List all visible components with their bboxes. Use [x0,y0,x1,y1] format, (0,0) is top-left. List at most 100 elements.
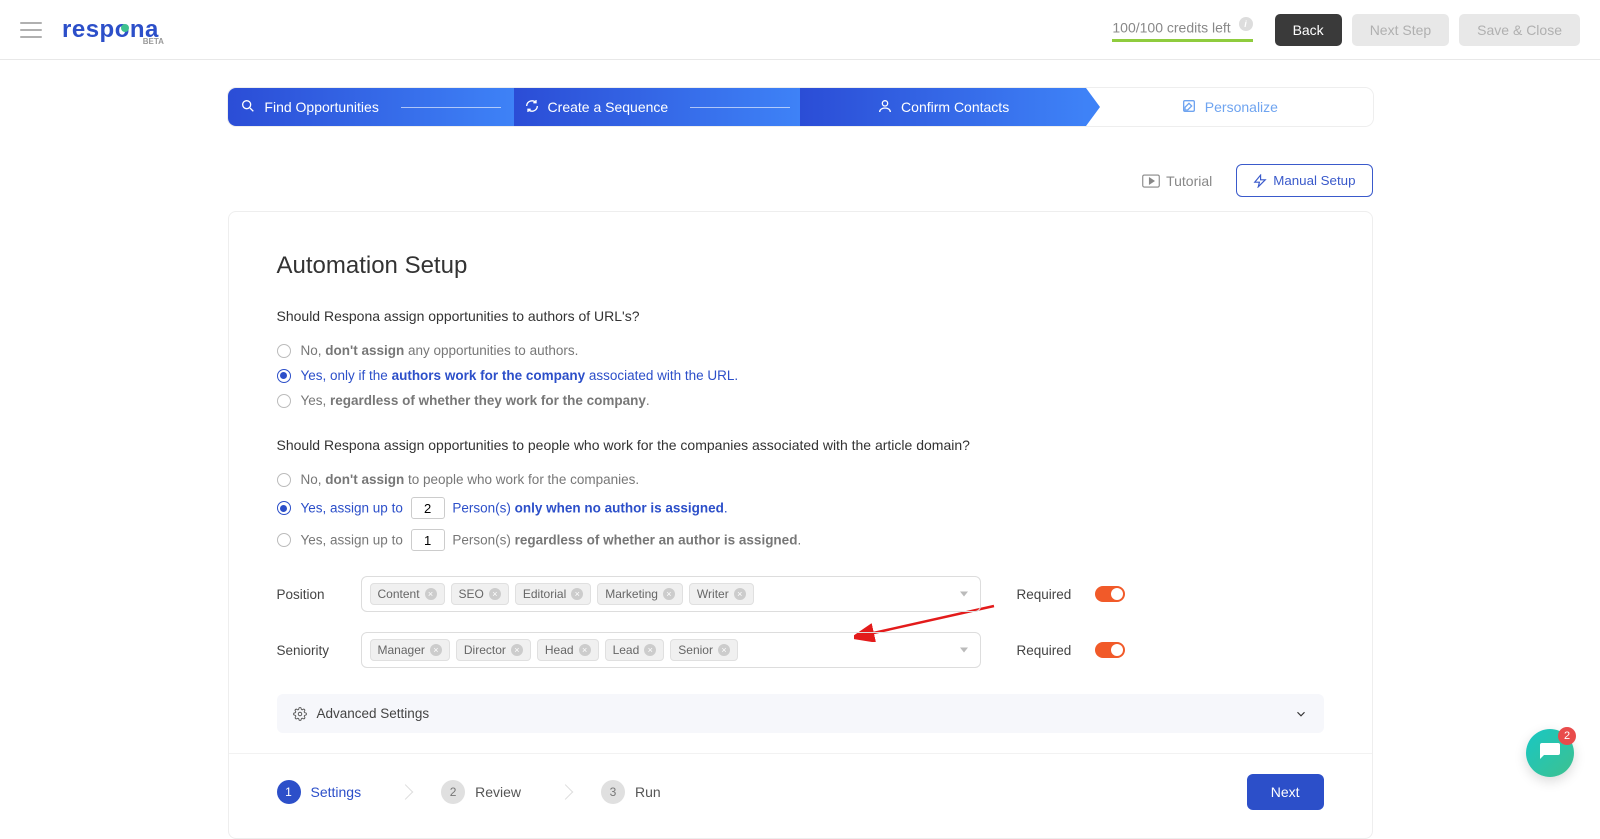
advanced-settings-label: Advanced Settings [317,706,430,721]
q1-option-3[interactable]: Yes, regardless of whether they work for… [277,388,1324,413]
position-field-row: Position Content× SEO× Editorial× Marketing… [277,576,1324,612]
tag-remove-icon[interactable]: × [734,588,746,600]
tag[interactable]: Editorial× [515,583,591,605]
save-close-button[interactable]: Save & Close [1459,14,1580,46]
persons-input[interactable] [411,529,445,551]
gear-icon [293,707,307,721]
user-icon [877,98,893,117]
credits-text: 100/100 credits left [1112,19,1230,35]
q2-option-2[interactable]: Yes, assign up to Person(s) only when no… [277,492,1324,524]
wizard-step-label: Run [635,784,661,800]
next-step-button[interactable]: Next Step [1352,14,1449,46]
back-button[interactable]: Back [1275,14,1342,46]
progress-step-personalize[interactable]: Personalize [1086,88,1372,126]
seniority-tag-input[interactable]: Manager× Director× Head× Lead×Senior× [361,632,981,668]
automation-setup-card: Automation Setup Should Respona assign o… [228,211,1373,839]
q1-option-1[interactable]: No, don't assign any opportunities to au… [277,338,1324,363]
advanced-settings-toggle[interactable]: Advanced Settings [277,694,1324,733]
search-icon [240,98,256,117]
tag[interactable]: Manager× [370,639,450,661]
manual-setup-label: Manual Setup [1273,173,1355,188]
cycle-icon [524,98,540,117]
option-text: Yes, regardless of whether they work for… [301,393,650,408]
logo[interactable]: respona BETA [62,16,159,44]
question-1: Should Respona assign opportunities to a… [277,308,1324,324]
credits-indicator[interactable]: 100/100 credits left i [1112,17,1252,43]
next-button[interactable]: Next [1247,774,1324,810]
play-icon [1142,174,1160,188]
q1-option-2[interactable]: Yes, only if the authors work for the co… [277,363,1324,388]
option-text: Yes, assign up to Person(s) regardless o… [301,529,802,551]
tag[interactable]: Marketing× [597,583,683,605]
question-2: Should Respona assign opportunities to p… [277,437,1324,453]
radio-icon[interactable] [277,473,291,487]
q2-option-3[interactable]: Yes, assign up to Person(s) regardless o… [277,524,1324,556]
progress-step-label: Create a Sequence [548,99,669,115]
chat-widget[interactable]: 2 [1526,729,1574,777]
required-label: Required [1017,587,1072,602]
radio-icon[interactable] [277,369,291,383]
progress-step-label: Find Opportunities [264,99,378,115]
radio-icon[interactable] [277,394,291,408]
page-title: Automation Setup [277,252,1324,280]
chat-badge: 2 [1558,727,1576,745]
tag[interactable]: Lead× [605,639,665,661]
tag-remove-icon[interactable]: × [644,644,656,656]
required-label: Required [1017,643,1072,658]
tag[interactable]: Senior× [670,639,738,661]
wizard-step-settings[interactable]: 1 Settings [277,780,442,804]
q2-option-1[interactable]: No, don't assign to people who work for … [277,467,1324,492]
tag-remove-icon[interactable]: × [663,588,675,600]
tag[interactable]: Writer× [689,583,754,605]
tag-remove-icon[interactable]: × [571,588,583,600]
option-text: Yes, only if the authors work for the co… [301,368,739,383]
tag[interactable]: Director× [456,639,531,661]
progress-step-find[interactable]: Find Opportunities [228,88,514,126]
radio-icon[interactable] [277,501,291,515]
seniority-label: Seniority [277,643,337,658]
tag[interactable]: Head× [537,639,599,661]
wizard-step-number: 2 [441,780,465,804]
tutorial-label: Tutorial [1166,173,1212,189]
progress-step-confirm[interactable]: Confirm Contacts [800,88,1086,126]
seniority-required-toggle[interactable] [1095,642,1125,658]
manual-setup-button[interactable]: Manual Setup [1236,164,1372,197]
progress-step-sequence[interactable]: Create a Sequence [514,88,800,126]
tag[interactable]: SEO× [451,583,509,605]
seniority-field-row: Seniority Manager× Director× Head× Lead×Sen… [277,632,1324,668]
persons-input[interactable] [411,497,445,519]
progress-bar: Find Opportunities Create a Sequence Con… [228,88,1373,126]
edit-icon [1181,98,1197,117]
wizard-step-number: 3 [601,780,625,804]
wizard-step-review[interactable]: 2 Review [441,780,601,804]
card-footer: 1 Settings 2 Review 3 Run Next [229,753,1372,838]
tag-remove-icon[interactable]: × [489,588,501,600]
option-text: Yes, assign up to Person(s) only when no… [301,497,728,519]
lightning-icon [1253,174,1267,188]
hamburger-menu-icon[interactable] [20,17,42,43]
option-text: No, don't assign any opportunities to au… [301,343,579,358]
tag[interactable]: Content× [370,583,445,605]
radio-icon[interactable] [277,533,291,547]
position-tag-input[interactable]: Content× SEO× Editorial× Marketing× Writer× [361,576,981,612]
tag-remove-icon[interactable]: × [718,644,730,656]
position-label: Position [277,587,337,602]
chevron-down-icon [1294,707,1308,721]
wizard-step-number: 1 [277,780,301,804]
wizard-step-label: Review [475,784,521,800]
progress-step-label: Confirm Contacts [901,99,1009,115]
tag-remove-icon[interactable]: × [430,644,442,656]
topbar: respona BETA 100/100 credits left i Back… [0,0,1600,60]
tag-remove-icon[interactable]: × [579,644,591,656]
wizard-step-label: Settings [311,784,362,800]
info-icon[interactable]: i [1239,17,1253,31]
chat-icon [1538,741,1562,765]
wizard-step-run[interactable]: 3 Run [601,780,741,804]
logo-beta-label: BETA [143,37,164,46]
tag-remove-icon[interactable]: × [511,644,523,656]
tutorial-link[interactable]: Tutorial [1132,167,1222,195]
radio-icon[interactable] [277,344,291,358]
option-text: No, don't assign to people who work for … [301,472,640,487]
tag-remove-icon[interactable]: × [425,588,437,600]
position-required-toggle[interactable] [1095,586,1125,602]
